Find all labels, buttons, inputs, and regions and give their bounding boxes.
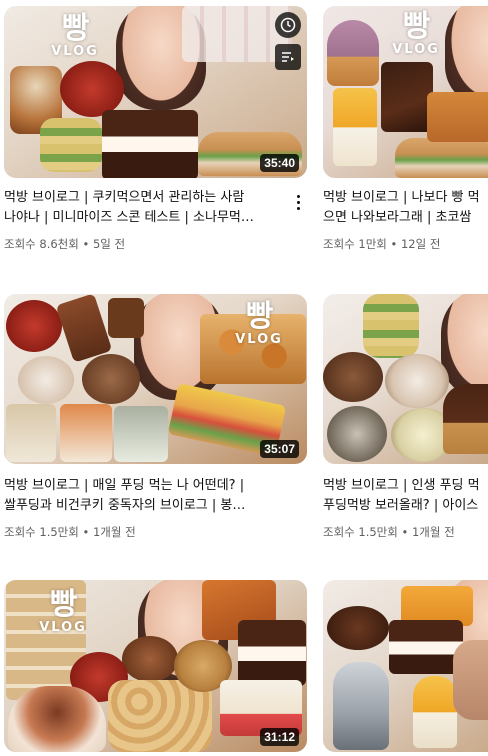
thumbnail-food [453, 640, 488, 720]
video-title-line[interactable]: 쌀푸딩과 비건쿠키 중독자의 브이로그 | 봉… [4, 496, 304, 516]
thumbnail-food [108, 298, 144, 338]
upload-age: 5일 전 [92, 237, 126, 251]
more-actions-button[interactable] [290, 192, 306, 212]
brand-logo-text: 빵 [49, 587, 78, 622]
brand-logo-text: 빵 [245, 299, 274, 334]
thumbnail-food [389, 620, 463, 674]
meta-separator: • [82, 237, 90, 251]
video-thumbnail[interactable]: 빵 VLOG [323, 6, 488, 178]
clock-icon [280, 17, 296, 33]
thumbnail-food [40, 118, 102, 172]
brand-logo-text: 빵 [61, 11, 90, 46]
thumbnail-food [55, 294, 113, 363]
video-metadata: 조회수 1.5만회 • 1개월 전 [323, 524, 455, 540]
view-count: 조회수 1만회 [323, 237, 387, 251]
view-count: 조회수 8.6천회 [4, 237, 79, 251]
video-thumbnail[interactable] [323, 580, 488, 752]
brand-logo-subtext: VLOG [51, 44, 99, 59]
video-title-line[interactable]: 먹방 브이로그 | 매일 푸딩 먹는 나 어떤데? | [4, 476, 304, 496]
view-count: 조회수 1.5만회 [323, 525, 398, 539]
thumbnail-food [60, 61, 124, 117]
thumbnail-food [114, 406, 168, 462]
thumbnail-food [18, 356, 74, 404]
thumbnail-food [6, 300, 62, 352]
meta-separator: • [401, 525, 409, 539]
thumbnail-food [327, 606, 389, 650]
video-thumbnail[interactable]: 빵 VLOG 35:07 [4, 294, 307, 464]
upload-age: 1개월 전 [411, 525, 455, 539]
thumbnail-food [6, 404, 56, 462]
upload-age: 1개월 전 [92, 525, 136, 539]
duration-badge: 35:40 [260, 154, 299, 172]
video-thumbnail[interactable]: 빵 VLOG 31:12 [4, 580, 307, 752]
thumbnail-food [8, 686, 106, 752]
video-title-line[interactable]: 으면 나와보라그래 | 초코쌈 [323, 208, 488, 228]
brand-logo: 빵 VLOG [40, 11, 110, 59]
view-count: 조회수 1.5만회 [4, 525, 79, 539]
thumbnail-food [327, 406, 387, 462]
video-metadata: 조회수 8.6천회 • 5일 전 [4, 236, 125, 252]
add-to-queue-button[interactable] [275, 44, 301, 70]
thumbnail-food [443, 384, 488, 454]
thumbnail-person [445, 6, 488, 106]
thumbnail-food [122, 636, 178, 682]
brand-logo: 빵 VLOG [383, 9, 449, 57]
video-thumbnail[interactable] [323, 294, 488, 464]
brand-logo-subtext: VLOG [235, 332, 283, 347]
video-title-line[interactable]: 먹방 브이로그 | 인생 푸딩 먹 [323, 476, 488, 496]
upload-age: 12일 전 [400, 237, 441, 251]
watch-later-button[interactable] [275, 12, 301, 38]
add-to-queue-icon [282, 52, 294, 62]
thumbnail-food [381, 62, 433, 132]
brand-logo-text: 빵 [402, 9, 431, 44]
video-metadata: 조회수 1.5만회 • 1개월 전 [4, 524, 136, 540]
thumbnail-food [327, 20, 379, 86]
thumbnail-food [238, 620, 306, 686]
thumbnail-food [60, 404, 112, 462]
brand-logo-subtext: VLOG [39, 620, 87, 635]
thumbnail-food [82, 354, 140, 404]
thumbnail-food [385, 354, 449, 408]
thumbnail-food [333, 88, 377, 166]
thumbnail-food [427, 92, 488, 142]
thumbnail-food [413, 676, 457, 748]
video-title-line[interactable]: 먹방 브이로그 | 나보다 빵 먹 [323, 188, 488, 208]
more-vert-icon [296, 194, 300, 198]
thumbnail-food [333, 662, 389, 750]
video-title-line[interactable]: 먹방 브이로그 | 쿠키먹으면서 관리하는 사람 [4, 188, 282, 208]
brand-logo: 빵 VLOG [28, 587, 98, 635]
duration-badge: 35:07 [260, 440, 299, 458]
brand-logo-subtext: VLOG [392, 42, 440, 57]
thumbnail-food [102, 110, 198, 178]
meta-separator: • [390, 237, 398, 251]
thumbnail-food [363, 294, 419, 358]
video-thumbnail[interactable]: 빵 VLOG 35:40 [4, 6, 307, 178]
meta-separator: • [82, 525, 90, 539]
brand-logo: 빵 VLOG [224, 299, 294, 347]
duration-badge: 31:12 [260, 728, 299, 746]
thumbnail-food [395, 138, 488, 178]
video-title-line[interactable]: 푸딩먹방 보러올래? | 아이스 [323, 496, 488, 516]
thumbnail-food [323, 352, 383, 402]
video-metadata: 조회수 1만회 • 12일 전 [323, 236, 440, 252]
video-title-line[interactable]: 나야나 | 미니마이즈 스콘 테스트 | 소나무먹… [4, 208, 282, 228]
